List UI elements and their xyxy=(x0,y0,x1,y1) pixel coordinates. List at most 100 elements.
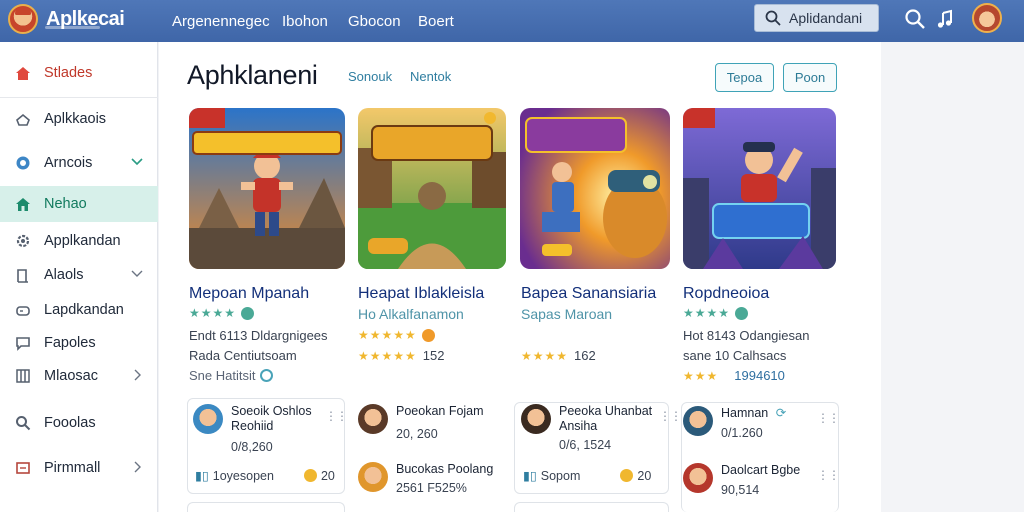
tab-2[interactable]: Nentok xyxy=(410,69,451,84)
avatar xyxy=(358,462,388,492)
game-meta-3: ★★★★ 162 xyxy=(521,348,596,363)
sidebar-item-label: Fooolas xyxy=(44,415,96,431)
sidebar-item-label: Nehao xyxy=(44,196,87,212)
game-card-art-4[interactable] xyxy=(683,108,836,269)
check-icon xyxy=(735,306,749,320)
game-title-3[interactable]: Bapea Sanansiaria xyxy=(521,285,656,303)
topnav-item-2[interactable]: Ibohon xyxy=(282,0,328,42)
filter-button[interactable]: Tepoa xyxy=(715,63,774,92)
target-icon xyxy=(14,154,32,172)
sidebar-item-label: Mlaosac xyxy=(44,368,98,384)
more-icon[interactable]: ⋮⋮ xyxy=(817,468,840,482)
player-score: 0/6, 1524 xyxy=(559,438,612,452)
list-item[interactable]: Poeokan Fojam 20, 260 xyxy=(358,404,484,441)
star-rating: ★★★ xyxy=(683,368,719,383)
sidebar-item-label: Fapoles xyxy=(44,335,96,351)
bookmark-icon xyxy=(14,266,32,284)
list-item[interactable]: Soeoik Oshlos Reohiid 0/8,260 xyxy=(193,404,312,454)
sidebar-item-8[interactable]: Fapoles xyxy=(0,326,158,360)
refresh-icon: ⟳ xyxy=(775,406,787,420)
sidebar-divider xyxy=(0,97,158,98)
avatar xyxy=(683,463,713,493)
list-item[interactable]: Peeoka Uhanbat Ansiha 0/6, 1524 xyxy=(521,404,652,452)
sidebar-item-6[interactable]: Alaols xyxy=(0,258,158,292)
topnav-item-3[interactable]: Gbocon xyxy=(348,0,401,42)
brand[interactable]: Aplkecai xyxy=(8,4,125,34)
activity-tile-4[interactable] xyxy=(187,502,345,512)
grid-icon xyxy=(14,367,32,385)
house-icon xyxy=(14,195,32,213)
player-name-2: Ansiha xyxy=(559,419,598,433)
rating-2: ★★★★★ xyxy=(358,328,435,342)
list-item[interactable]: Bucokas Poolang 2561 F525% xyxy=(358,462,493,495)
activity-tile-5[interactable] xyxy=(514,502,669,512)
player-name: Hamnan ⟳ xyxy=(721,406,787,420)
star-rating: ★★★★★ xyxy=(358,328,417,342)
more-icon[interactable]: ⋮⋮ xyxy=(817,411,840,425)
search-icon xyxy=(765,10,781,26)
more-icon[interactable]: ⋮⋮ xyxy=(325,409,348,423)
player-name: Bucokas Poolang xyxy=(396,462,494,476)
coin-icon xyxy=(421,328,435,342)
rating-4: ★★★★ xyxy=(683,306,749,320)
sidebar: Stlades Aplkkaois Arncois Nehao Applkand… xyxy=(0,42,158,512)
player-name: Daolcart Bgbe xyxy=(721,463,801,477)
star-rating: ★★★★★ xyxy=(358,348,417,363)
coin-icon xyxy=(620,469,634,482)
list-item[interactable]: Daolcart Bgbe 90,514 xyxy=(683,463,800,497)
tab-1[interactable]: Sonouk xyxy=(348,69,392,84)
star-rating: ★★★★ xyxy=(683,306,731,320)
music-note-icon[interactable] xyxy=(934,8,956,30)
more-icon[interactable]: ⋮⋮ xyxy=(659,409,682,423)
check-icon xyxy=(241,306,255,320)
player-name-2: Reohiid xyxy=(231,419,274,433)
player-score: 0/8,260 xyxy=(231,440,273,454)
sidebar-item-3[interactable]: Arncois xyxy=(0,146,158,180)
chevron-right-icon[interactable] xyxy=(130,460,144,474)
search-input[interactable]: Aplidandani xyxy=(754,4,879,32)
game-meta-4b: sane 10 Calhsacs xyxy=(683,348,787,363)
search-icon[interactable] xyxy=(904,8,926,30)
topnav-item-1[interactable]: Argenennegec xyxy=(172,0,270,42)
game-title-2[interactable]: Heapat Iblakleisla xyxy=(358,285,484,303)
right-gutter xyxy=(881,42,1024,512)
top-bar: Aplkecai Argenennegec Ibohon Gbocon Boer… xyxy=(0,0,1024,42)
player-name: Soeoik Oshlos xyxy=(231,404,312,418)
game-title-4[interactable]: Ropdneoioa xyxy=(683,285,769,303)
star-rating: ★★★★ xyxy=(189,306,237,320)
user-avatar[interactable] xyxy=(972,3,1002,33)
sidebar-item-7[interactable]: Lapdkandan xyxy=(0,293,158,327)
sidebar-item-11[interactable]: Pirmmall xyxy=(0,451,158,485)
game-meta-4c: ★★★ 1994610 xyxy=(683,368,785,383)
chevron-right-icon[interactable] xyxy=(130,368,144,382)
main-panel: Aphklaneni Sonouk Nentok Tepoa Poon Mepo… xyxy=(159,42,881,512)
sidebar-item-label: Arncois xyxy=(44,155,93,171)
player-score: 0/1.260 xyxy=(721,426,763,440)
sort-button[interactable]: Poon xyxy=(783,63,837,92)
game-title-1[interactable]: Mepoan Mpanah xyxy=(189,285,309,303)
sidebar-item-label: Aplkkaois xyxy=(44,111,107,127)
chevron-down-icon[interactable] xyxy=(130,155,144,169)
sidebar-item-label: Lapdkandan xyxy=(44,302,124,318)
chevron-down-icon[interactable] xyxy=(130,267,144,281)
game-card-art-1[interactable] xyxy=(189,108,345,269)
page-title: Aphklaneni xyxy=(187,60,318,90)
list-item[interactable]: Hamnan ⟳ 0/1.260 xyxy=(683,406,786,440)
sidebar-item-5[interactable]: Applkandan xyxy=(0,224,158,258)
sidebar-item-label: Alaols xyxy=(44,267,84,283)
mail-icon xyxy=(14,459,32,477)
player-name: Poeokan Fojam xyxy=(396,404,484,418)
sidebar-item-9[interactable]: Mlaosac xyxy=(0,359,158,393)
game-card-art-2[interactable] xyxy=(358,108,506,269)
sidebar-item-2[interactable]: Aplkkaois xyxy=(0,102,158,136)
game-meta-1b: Rada Centiutsoam xyxy=(189,348,297,363)
game-card-art-3[interactable] xyxy=(520,108,670,269)
brand-underline xyxy=(45,26,100,29)
search-icon xyxy=(14,414,32,432)
sidebar-item-home[interactable]: Stlades xyxy=(0,56,158,90)
topnav-item-4[interactable]: Boert xyxy=(418,0,454,42)
player-score: 20, 260 xyxy=(396,427,438,441)
activity-footer-1: ▮▯ 1oyesopen 20 xyxy=(195,468,335,484)
sidebar-item-active[interactable]: Nehao xyxy=(0,186,158,222)
sidebar-item-10[interactable]: Fooolas xyxy=(0,406,158,440)
